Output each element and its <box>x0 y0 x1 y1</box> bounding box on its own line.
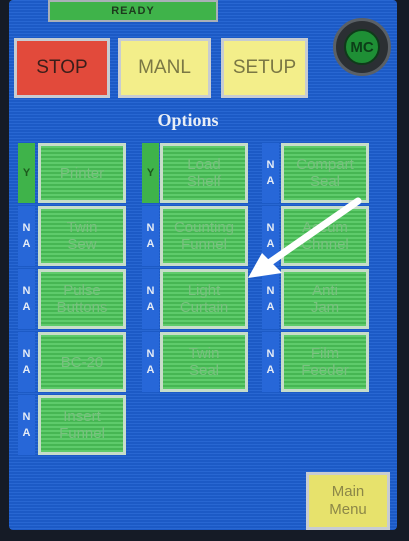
option-status-insert-funnel: NA <box>18 395 35 455</box>
option-button-printer[interactable]: Printer <box>38 143 126 203</box>
option-button-film-feeder[interactable]: Film Feeder <box>281 332 369 392</box>
option-button-pulse-buttons[interactable]: Pulse Buttons <box>38 269 126 329</box>
manual-button[interactable]: MANL <box>118 38 211 98</box>
option-button-counting-funnel[interactable]: Counting Funnel <box>160 206 248 266</box>
option-status-twin-seal: NA <box>142 332 159 392</box>
option-label: Counting Funnel <box>173 219 235 253</box>
option-button-insert-funnel[interactable]: Insert Funnel <box>38 395 126 455</box>
option-button-twin-seal[interactable]: Twin Seal <box>160 332 248 392</box>
stop-button[interactable]: STOP <box>14 38 110 98</box>
option-button-bc-20[interactable]: BC-20 <box>38 332 126 392</box>
option-button-light-curtain[interactable]: Light Curtain <box>160 269 248 329</box>
option-label: BC-20 <box>60 353 104 371</box>
option-label: Anti Jam <box>310 282 340 316</box>
option-button-twin-sew[interactable]: Twin Sew <box>38 206 126 266</box>
option-label: Compart Seal <box>296 156 354 190</box>
main-menu-label: Main Menu <box>329 483 367 518</box>
option-label: Twin Seal <box>188 345 220 379</box>
option-button-compart-seal[interactable]: Compart Seal <box>281 143 369 203</box>
option-status-light-curtain: NA <box>142 269 159 329</box>
option-status-y-text: Y <box>146 167 155 179</box>
options-title: Options <box>157 110 219 130</box>
option-status-film-feeder: NA <box>262 332 279 392</box>
option-label: Twin Sew <box>66 219 98 253</box>
option-label: Insert Funnel <box>59 408 105 442</box>
main-menu-button[interactable]: Main Menu <box>306 472 390 530</box>
option-status-printer: Y <box>18 143 35 203</box>
option-label: Pulse Buttons <box>56 282 108 316</box>
option-status-pulse-buttons: NA <box>18 269 35 329</box>
option-status-bc-20: NA <box>18 332 35 392</box>
option-label: Printer <box>59 164 105 182</box>
mc-indicator: MC <box>333 18 391 76</box>
option-status-counting-funnel: NA <box>142 206 159 266</box>
pointer-arrow-icon <box>248 197 362 278</box>
option-label: Load Shelf <box>186 156 222 190</box>
option-status-compart-seal: NA <box>262 143 279 203</box>
status-bar: READY <box>48 0 218 22</box>
mc-indicator-label: MC <box>344 29 380 65</box>
option-label: Film Feeder <box>301 345 349 379</box>
option-status-y-text: Y <box>22 167 31 179</box>
option-status-load-shelf: Y <box>142 143 159 203</box>
option-status-twin-sew: NA <box>18 206 35 266</box>
setup-button[interactable]: SETUP <box>221 38 308 98</box>
option-label: Light Curtain <box>179 282 229 316</box>
option-button-load-shelf[interactable]: Load Shelf <box>160 143 248 203</box>
